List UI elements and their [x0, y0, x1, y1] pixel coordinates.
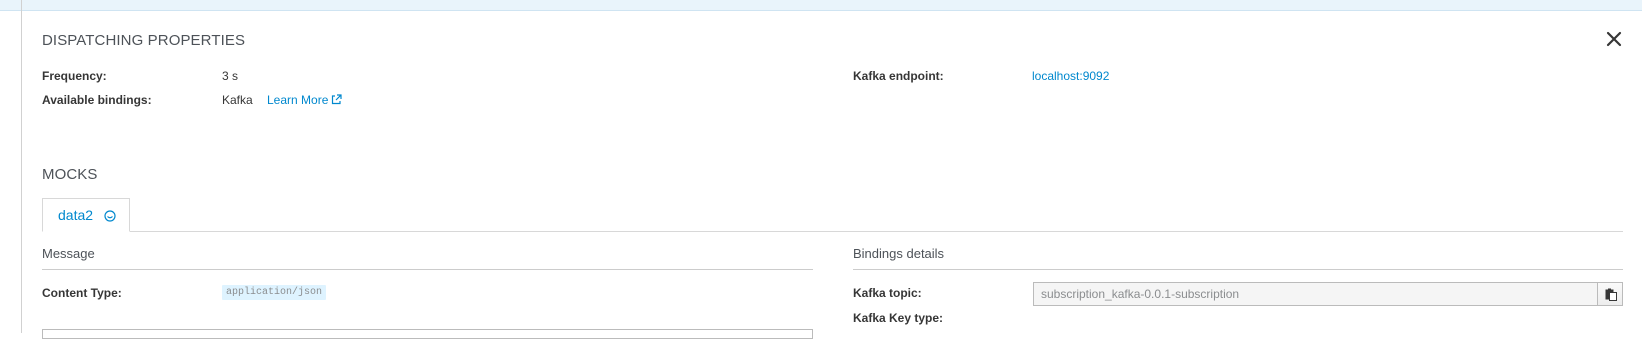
frequency-value: 3 s	[222, 69, 239, 83]
learn-more-link[interactable]: Learn More	[267, 93, 342, 107]
available-bindings-label: Available bindings:	[42, 93, 152, 107]
tab-data2[interactable]: data2	[42, 198, 130, 232]
mocks-title: MOCKS	[42, 166, 98, 183]
dispatching-properties-title: DISPATCHING PROPERTIES	[42, 32, 246, 49]
tab-data2-label: data2	[58, 207, 94, 223]
top-banner-strip	[0, 0, 1642, 11]
content-type-label: Content Type:	[42, 286, 122, 300]
clipboard-icon	[1605, 288, 1617, 301]
copy-topic-button[interactable]	[1597, 282, 1623, 306]
message-divider	[42, 269, 813, 270]
external-link-icon	[332, 94, 342, 105]
kafka-endpoint-label: Kafka endpoint:	[853, 69, 944, 83]
kafka-key-type-label: Kafka Key type:	[853, 311, 944, 325]
frequency-label: Frequency:	[42, 69, 107, 83]
available-bindings-value: Kafka	[222, 93, 253, 107]
learn-more-label: Learn More	[267, 93, 329, 107]
close-button[interactable]	[1603, 28, 1625, 50]
message-title: Message	[42, 246, 95, 261]
close-icon	[1606, 31, 1622, 47]
kafka-endpoint-link[interactable]: localhost:9092	[1032, 69, 1109, 83]
circle-smile-icon	[104, 210, 116, 222]
left-border	[21, 0, 22, 333]
kafka-topic-label: Kafka topic:	[853, 286, 922, 300]
bindings-details-title: Bindings details	[853, 246, 945, 261]
tabs-divider	[42, 231, 1623, 232]
content-type-badge: application/json	[222, 285, 327, 300]
kafka-topic-field[interactable]: subscription_kafka-0.0.1-subscription	[1033, 282, 1598, 306]
message-payload-editor[interactable]	[42, 329, 813, 339]
bindings-details-divider	[853, 269, 1623, 270]
